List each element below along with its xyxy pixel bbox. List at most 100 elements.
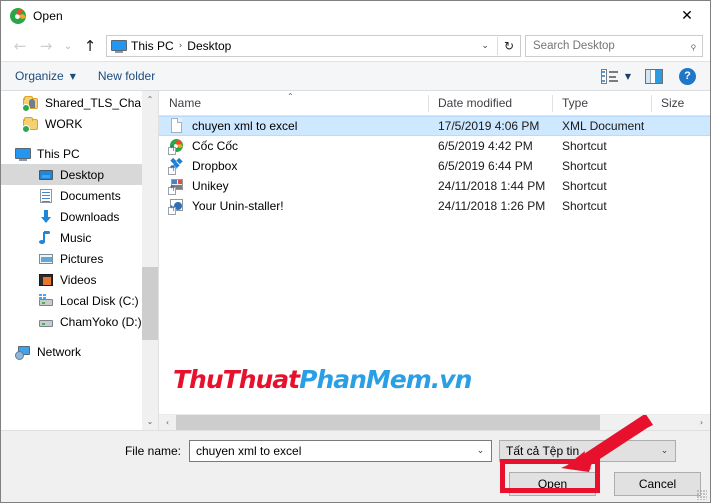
column-header-label: Type — [562, 96, 589, 110]
file-list-horizontal-scrollbar[interactable]: ‹ › — [159, 414, 710, 430]
table-row[interactable]: chuyen xml to excel 17/5/2019 4:06 PM XM… — [159, 116, 710, 136]
open-button[interactable]: Open — [509, 472, 596, 496]
horizontal-scroll-track[interactable] — [176, 415, 693, 430]
column-header-label: Date modified — [438, 96, 513, 110]
sidebar-item-shared-tls-cha[interactable]: Shared_TLS_Cha — [1, 92, 158, 113]
filename-combobox[interactable]: ⌄ — [189, 440, 492, 462]
sidebar-item-network[interactable]: Network — [1, 341, 158, 362]
file-type-filter-value: Tất cả Tệp tin — [506, 444, 580, 458]
breadcrumb[interactable]: This PC › Desktop ⌄ ↻ — [106, 35, 521, 57]
chevron-down-icon: ▼ — [69, 71, 76, 81]
preview-pane-icon[interactable] — [645, 68, 663, 84]
sidebar-scroll-thumb[interactable] — [142, 266, 158, 340]
scroll-down-icon[interactable]: ⌄ — [142, 413, 158, 430]
organize-label: Organize — [15, 69, 64, 83]
file-type-cell: XML Document — [562, 119, 645, 133]
breadcrumb-segment-this-pc[interactable]: This PC — [131, 39, 174, 53]
table-row[interactable]: Cốc Cốc 6/5/2019 4:42 PM Shortcut — [159, 136, 710, 156]
sidebar-item-local-disk-c[interactable]: Local Disk (C:) — [1, 290, 158, 311]
up-button[interactable]: ↑ — [77, 34, 103, 58]
sidebar-item-videos[interactable]: Videos — [1, 269, 158, 290]
filename-label: File name: — [124, 444, 181, 458]
file-date-cell: 24/11/2018 1:44 PM — [438, 179, 546, 193]
refresh-icon[interactable]: ↻ — [498, 39, 520, 53]
chevron-down-icon[interactable]: ⌄ — [472, 446, 489, 456]
sidebar-scroll-track[interactable] — [142, 108, 158, 413]
cancel-button[interactable]: Cancel — [614, 472, 701, 496]
sidebar-item-this-pc[interactable]: This PC — [1, 143, 158, 164]
sidebar-item-chamyoko-d[interactable]: ChamYoko (D:) — [1, 311, 158, 332]
breadcrumb-segment-desktop[interactable]: Desktop — [187, 39, 231, 53]
file-list-pane: Name Date modified Type Size ⌃ chuyen xm… — [159, 91, 710, 430]
column-header-date-modified[interactable]: Date modified — [428, 91, 552, 116]
forward-button[interactable]: → — [33, 34, 59, 58]
breadcrumb-separator-icon: › — [178, 41, 183, 51]
horizontal-scroll-thumb[interactable] — [176, 415, 600, 430]
file-name-cell[interactable]: Dropbox — [159, 157, 428, 175]
sidebar-item-documents[interactable]: Documents — [1, 185, 158, 206]
documents-icon — [38, 188, 54, 204]
help-icon[interactable]: ? — [679, 67, 696, 85]
column-header-type[interactable]: Type — [552, 91, 651, 116]
scroll-up-icon[interactable]: ⌃ — [142, 91, 158, 108]
navigation-pane: Shared_TLS_Cha WORK This PC Desktop Docu… — [1, 91, 159, 430]
file-date-cell: 6/5/2019 6:44 PM — [438, 159, 533, 173]
this-pc-icon — [111, 39, 127, 53]
sidebar-item-music[interactable]: Music — [1, 227, 158, 248]
scroll-right-icon[interactable]: › — [693, 415, 710, 430]
this-pc-icon — [15, 146, 31, 162]
downloads-icon — [38, 209, 54, 225]
file-type-cell: Shortcut — [562, 139, 607, 153]
sidebar-item-desktop[interactable]: Desktop — [1, 164, 158, 185]
uninstaller-shortcut-icon — [168, 198, 185, 215]
coccoc-icon — [10, 7, 26, 24]
file-name-cell[interactable]: Unikey — [159, 178, 428, 195]
title-bar: Open ✕ — [1, 1, 710, 31]
search-box[interactable]: ⌕ — [525, 35, 703, 57]
file-name-cell[interactable]: chuyen xml to excel — [159, 118, 428, 134]
sidebar-scrollbar[interactable]: ⌃ ⌄ — [142, 91, 158, 430]
resize-grip[interactable] — [697, 490, 707, 500]
dialog-body: Shared_TLS_Cha WORK This PC Desktop Docu… — [1, 91, 710, 430]
dropbox-shortcut-icon — [168, 157, 185, 175]
sidebar-item-label: Pictures — [60, 251, 104, 266]
file-name-cell[interactable]: Your Unin-staller! — [159, 198, 428, 215]
view-list-icon[interactable] — [600, 68, 618, 84]
chevron-down-icon[interactable]: ▼ — [625, 72, 631, 81]
new-folder-button[interactable]: New folder — [98, 69, 155, 83]
close-button[interactable]: ✕ — [664, 1, 710, 30]
videos-icon — [38, 272, 54, 288]
file-type-cell: Shortcut — [562, 179, 607, 193]
search-input[interactable] — [533, 40, 691, 52]
chevron-down-icon[interactable]: ⌄ — [656, 446, 673, 456]
unikey-shortcut-icon — [168, 178, 185, 195]
sidebar-item-work[interactable]: WORK — [1, 113, 158, 134]
sidebar-item-downloads[interactable]: Downloads — [1, 206, 158, 227]
sidebar-item-label: Desktop — [60, 167, 105, 182]
chevron-down-icon[interactable]: ⌄ — [473, 41, 497, 51]
file-type-filter-dropdown[interactable]: Tất cả Tệp tin ⌄ — [499, 440, 676, 462]
file-date-cell: 17/5/2019 4:06 PM — [438, 119, 540, 133]
scroll-left-icon[interactable]: ‹ — [159, 415, 176, 430]
column-header-size[interactable]: Size — [651, 91, 711, 116]
network-icon — [15, 344, 31, 360]
file-name-cell[interactable]: Cốc Cốc — [159, 138, 428, 155]
window-title: Open — [33, 8, 63, 23]
sidebar-item-label: WORK — [45, 116, 83, 131]
desktop-icon — [38, 167, 54, 183]
filename-input[interactable] — [196, 444, 472, 458]
sidebar-item-pictures[interactable]: Pictures — [1, 248, 158, 269]
back-button[interactable]: ← — [7, 34, 33, 58]
table-row[interactable]: Unikey 24/11/2018 1:44 PM Shortcut — [159, 176, 710, 196]
file-date-cell: 6/5/2019 4:42 PM — [438, 139, 533, 153]
button-row: Open Cancel — [509, 472, 701, 496]
watermark: ThuThuatPhanMem.vn — [173, 365, 472, 394]
file-list[interactable]: chuyen xml to excel 17/5/2019 4:06 PM XM… — [159, 116, 710, 414]
table-row[interactable]: Dropbox 6/5/2019 6:44 PM Shortcut — [159, 156, 710, 176]
close-icon: ✕ — [681, 7, 693, 24]
organize-button[interactable]: Organize ▼ — [15, 69, 76, 83]
watermark-part-1: ThuThuat — [173, 365, 300, 394]
table-row[interactable]: Your Unin-staller! 24/11/2018 1:26 PM Sh… — [159, 196, 710, 216]
file-name-label: chuyen xml to excel — [192, 119, 298, 133]
recent-locations-button[interactable]: ⌄ — [59, 34, 77, 58]
